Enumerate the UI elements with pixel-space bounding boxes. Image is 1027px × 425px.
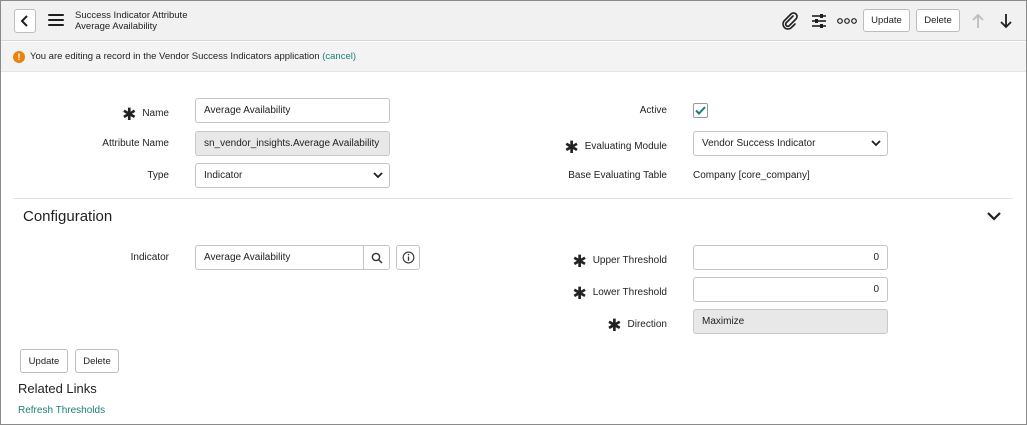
form-window: Success Indicator Attribute Average Avai… xyxy=(0,0,1027,425)
form-header: Success Indicator Attribute Average Avai… xyxy=(1,1,1026,41)
back-button[interactable] xyxy=(14,9,36,33)
name-label: ✱ Name xyxy=(122,105,169,124)
form-title: Success Indicator Attribute xyxy=(75,10,188,21)
refresh-thresholds-link[interactable]: Refresh Thresholds xyxy=(18,405,105,416)
type-select[interactable]: Indicator xyxy=(195,163,390,188)
checkmark-icon xyxy=(695,106,706,115)
evaluating-module-value: Vendor Success Indicator xyxy=(702,138,816,149)
footer-update-button[interactable]: Update xyxy=(20,349,68,373)
base-table-label: Base Evaluating Table xyxy=(568,170,667,181)
sliders-icon[interactable] xyxy=(809,11,829,31)
hamburger-icon[interactable] xyxy=(48,14,64,28)
collapse-chevron-icon[interactable] xyxy=(986,210,1004,224)
required-icon: ✱ xyxy=(607,316,622,335)
direction-field: Maximize xyxy=(693,309,888,334)
upper-threshold-field[interactable]: 0 xyxy=(693,245,888,270)
scope-notice: ! You are editing a record in the Vendor… xyxy=(1,42,1026,72)
cancel-link[interactable]: (cancel) xyxy=(322,51,356,62)
attribute-name-field: sn_vendor_insights.Average Availability xyxy=(195,131,390,156)
required-icon: ✱ xyxy=(564,138,579,157)
evaluating-module-label: ✱ Evaluating Module xyxy=(564,138,667,157)
arrow-down-icon[interactable] xyxy=(996,11,1016,31)
base-table-value: Company [core_company] xyxy=(693,170,810,181)
lower-threshold-field[interactable]: 0 xyxy=(693,277,888,302)
required-icon: ✱ xyxy=(572,284,587,303)
notice-text: You are editing a record in the Vendor S… xyxy=(30,51,320,62)
attribute-name-label: Attribute Name xyxy=(102,138,169,149)
active-label: Active xyxy=(639,105,667,116)
related-links-title: Related Links xyxy=(18,381,97,396)
name-field[interactable]: Average Availability xyxy=(195,98,390,123)
record-title: Success Indicator Attribute Average Avai… xyxy=(75,10,187,32)
warning-icon: ! xyxy=(13,50,25,63)
configuration-title: Configuration xyxy=(23,208,113,225)
required-icon: ✱ xyxy=(122,105,137,124)
arrow-up-icon[interactable] xyxy=(968,11,988,31)
lower-threshold-label: ✱ Lower Threshold xyxy=(572,284,667,303)
search-icon xyxy=(371,252,383,264)
update-button[interactable]: Update xyxy=(863,9,910,32)
more-icon[interactable] xyxy=(836,11,858,31)
chevron-down-icon xyxy=(373,172,383,179)
direction-label: ✱ Direction xyxy=(607,316,667,335)
delete-button[interactable]: Delete xyxy=(916,9,960,32)
info-icon xyxy=(402,251,414,264)
indicator-lookup-button[interactable] xyxy=(363,245,390,270)
active-checkbox[interactable] xyxy=(693,103,708,118)
indicator-field[interactable]: Average Availability xyxy=(195,245,364,270)
indicator-label: Indicator xyxy=(130,252,169,263)
evaluating-module-select[interactable]: Vendor Success Indicator xyxy=(693,131,888,156)
footer-delete-button[interactable]: Delete xyxy=(75,349,119,373)
form-subtitle: Average Availability xyxy=(75,21,158,32)
upper-threshold-label: ✱ Upper Threshold xyxy=(572,252,667,271)
indicator-info-button[interactable] xyxy=(396,245,420,270)
type-label: Type xyxy=(147,170,169,181)
chevron-left-icon xyxy=(20,15,28,27)
type-value: Indicator xyxy=(204,170,243,181)
required-icon: ✱ xyxy=(572,252,587,271)
paperclip-icon[interactable] xyxy=(780,11,800,31)
chevron-down-icon xyxy=(871,140,881,147)
section-divider xyxy=(13,198,1013,199)
